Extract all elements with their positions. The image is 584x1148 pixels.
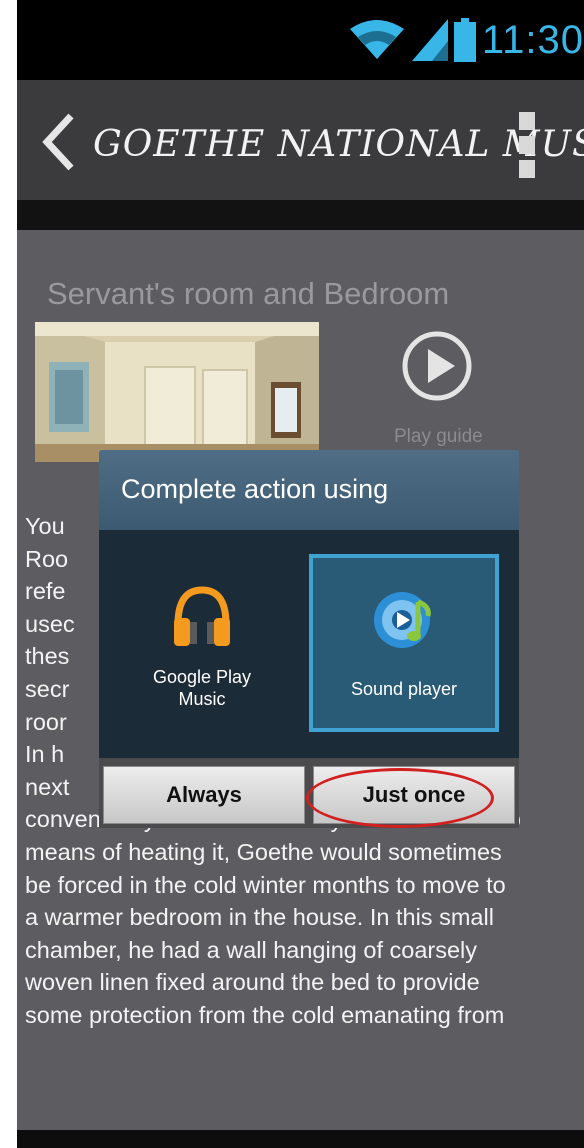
menu-dot (519, 160, 535, 178)
status-icons: 11:30 (348, 18, 584, 62)
app-option-label: Sound player (350, 679, 458, 699)
description-line: a warmer bedroom in the house. In this s… (25, 904, 494, 931)
signal-icon (411, 19, 448, 61)
play-guide-label[interactable]: Play guide (394, 426, 483, 448)
navigation-bar (17, 1130, 584, 1148)
app-option-label-line2: Music (178, 689, 226, 709)
dialog-footer: Always Just once (99, 758, 519, 828)
action-bar: GOETHE NATIONAL MUSEUM (17, 80, 584, 230)
app-option-google-play-music[interactable]: Google Play Music (107, 554, 297, 732)
always-button[interactable]: Always (103, 766, 305, 824)
description-line: chamber, he had a wall hanging of coarse… (25, 936, 478, 963)
phone-screen: 11:30 GOETHE NATIONAL MUSEUM Servant's r… (17, 0, 584, 1148)
menu-dot (519, 136, 535, 154)
headphones-icon (174, 586, 230, 646)
description-line: be forced in the cold winter months to m… (25, 871, 506, 898)
app-option-label-line1: Google Play (152, 667, 252, 687)
dialog-header: Complete action using (99, 450, 519, 530)
status-bar: 11:30 (17, 0, 584, 80)
status-time: 11:30 (481, 17, 584, 62)
description-line: some protection from the cold emanating … (25, 1001, 505, 1028)
app-option-label: Google Play Music (107, 666, 297, 710)
room-photo (35, 322, 319, 462)
just-once-button[interactable]: Just once (313, 766, 515, 824)
wifi-icon (349, 20, 404, 59)
app-option-sound-player[interactable]: Sound player (309, 554, 499, 732)
battery-icon (453, 18, 476, 62)
music-disc-icon (374, 592, 431, 648)
overflow-menu-icon[interactable] (519, 112, 535, 178)
chevron-left-icon[interactable] (39, 112, 79, 172)
app-title: GOETHE NATIONAL MUSEUM (93, 124, 584, 165)
dialog-body: Google Play Music Sound player (99, 530, 519, 758)
play-icon[interactable] (401, 330, 473, 402)
description-line: woven linen fixed around the bed to prov… (25, 969, 480, 996)
complete-action-dialog: Complete action using Google Play Music (99, 450, 519, 828)
menu-dot (519, 112, 535, 130)
dialog-title: Complete action using (121, 474, 389, 504)
section-title: Servant's room and Bedroom (47, 276, 450, 311)
description-line: means of heating it, Goethe would someti… (25, 838, 502, 865)
